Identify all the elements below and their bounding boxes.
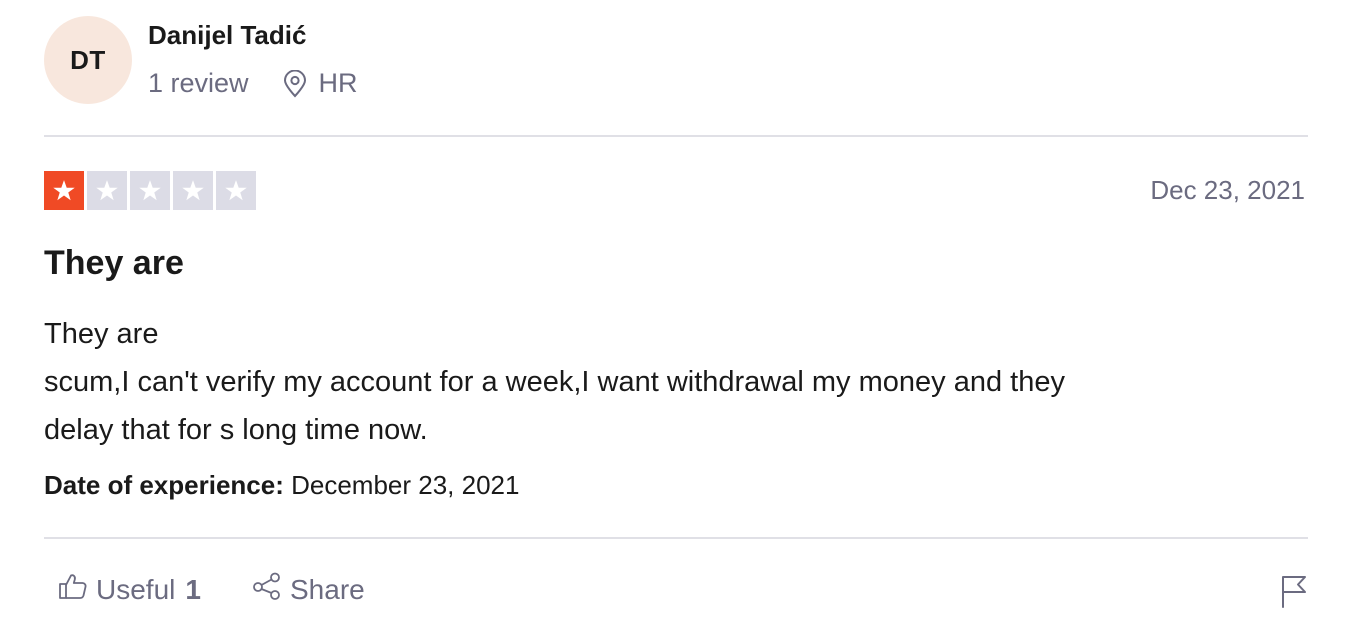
share-icon: [252, 572, 282, 607]
useful-label: Useful: [96, 573, 176, 605]
reviewer-header: DT Danijel Tadić 1 review HR: [44, 16, 1308, 104]
review-body: They are scum,I can't verify my account …: [44, 310, 1284, 454]
review-card: DT Danijel Tadić 1 review HR Dec 23, 202…: [44, 0, 1308, 644]
avatar-initials: DT: [70, 44, 106, 75]
star-icon: [87, 171, 127, 210]
reviewer-location: HR: [318, 68, 358, 98]
reviewer-name[interactable]: Danijel Tadić: [148, 20, 306, 51]
experience-label: Date of experience:: [44, 470, 284, 500]
review-body-line: They are: [44, 318, 159, 350]
divider: [44, 135, 1308, 137]
date-of-experience: Date of experience: December 23, 2021: [44, 470, 519, 501]
share-label: Share: [290, 573, 365, 605]
review-title[interactable]: They are: [44, 244, 184, 283]
useful-count: 1: [185, 573, 201, 605]
reviewer-meta: 1 review HR: [148, 68, 358, 99]
avatar[interactable]: DT: [44, 16, 132, 104]
review-date: Dec 23, 2021: [1150, 175, 1305, 205]
star-icon: [130, 171, 170, 210]
review-count: 1 review: [148, 68, 249, 98]
review-actions: Useful 1 Share: [44, 572, 1308, 612]
review-body-line: delay that for s long time now.: [44, 414, 428, 446]
thumbs-up-icon: [58, 572, 88, 607]
report-button[interactable]: [1280, 574, 1308, 613]
star-rating: [44, 171, 256, 210]
experience-date: December 23, 2021: [291, 470, 520, 500]
flag-icon: [1280, 576, 1308, 612]
star-icon: [173, 171, 213, 210]
review-body-line: scum,I can't verify my account for a wee…: [44, 366, 1065, 398]
share-button[interactable]: Share: [252, 572, 365, 607]
divider: [44, 537, 1308, 539]
star-icon: [216, 171, 256, 210]
useful-button[interactable]: Useful 1: [58, 572, 201, 607]
star-icon: [44, 171, 84, 210]
location-pin-icon: [283, 69, 307, 98]
